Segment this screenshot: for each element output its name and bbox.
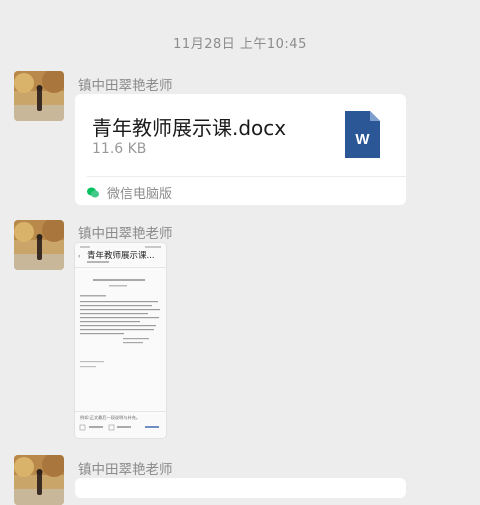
- sender-name: 镇中田翠艳老师: [78, 78, 173, 94]
- thumb-title: 青年教师展示课...: [87, 250, 155, 261]
- thumb-body: 例如:正文最后一段说明与补充。: [80, 414, 140, 421]
- sender-name: 镇中田翠艳老师: [78, 226, 173, 242]
- sender-avatar[interactable]: [14, 220, 64, 270]
- word-icon-letter: W: [355, 131, 370, 148]
- sender-avatar[interactable]: [14, 71, 64, 121]
- wechat-icon: [87, 187, 99, 197]
- file-size: 11.6 KB: [92, 141, 147, 157]
- svg-text:‹: ‹: [78, 253, 80, 260]
- word-doc-icon: W: [345, 111, 380, 158]
- file-name: 青年教师展示课.docx: [92, 116, 287, 140]
- sender-name: 镇中田翠艳老师: [78, 462, 173, 478]
- sender-avatar[interactable]: [14, 455, 64, 505]
- chat-timestamp: 11月28日 上午10:45: [173, 37, 307, 52]
- message-bubble[interactable]: [75, 478, 406, 498]
- source-label: 微信电脑版: [107, 186, 173, 202]
- document-screenshot-thumbnail: ‹ 青年教师展示课... 例如:正文最后一段说明与补充。: [75, 243, 166, 438]
- file-message-card[interactable]: 青年教师展示课.docx 11.6 KB W 微信电脑版: [75, 94, 406, 205]
- image-message[interactable]: ‹ 青年教师展示课... 例如:正文最后一段说明与补充。: [75, 243, 166, 438]
- card-footer: 微信电脑版: [87, 182, 172, 202]
- card-divider: [87, 176, 406, 177]
